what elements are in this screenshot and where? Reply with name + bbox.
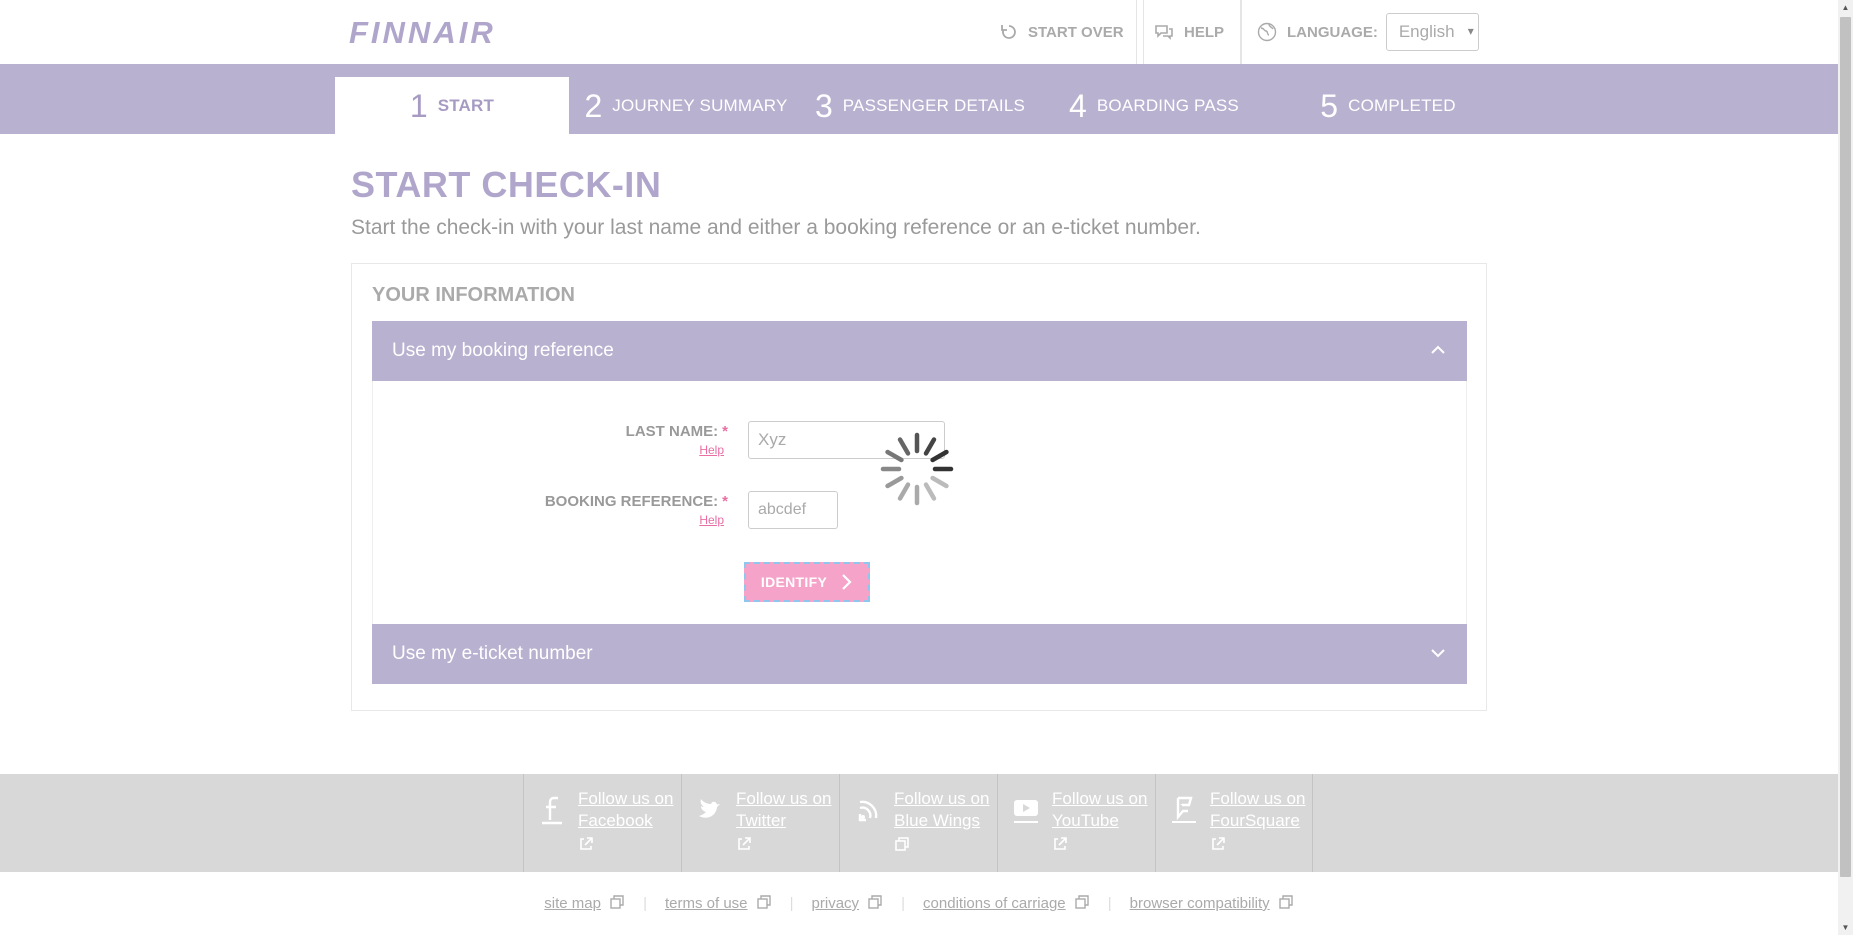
footer-links: site map terms of use privacy conditions…	[0, 872, 1838, 935]
chevron-right-icon	[841, 573, 853, 591]
step-start: 1 START	[335, 77, 569, 134]
help-label: HELP	[1184, 23, 1225, 41]
start-over-label: START OVER	[1028, 23, 1124, 41]
twitter-icon	[694, 788, 726, 872]
help-link[interactable]: HELP	[1137, 0, 1243, 64]
svg-text:FINNAIR: FINNAIR	[349, 18, 496, 46]
top-header: FINNAIR START OVER HELP LANGUAGE: Englis…	[0, 0, 1838, 64]
social-line2: FourSquare	[1210, 811, 1300, 830]
external-window-icon	[609, 894, 625, 914]
start-over-link[interactable]: START OVER	[981, 0, 1144, 64]
language-selector: LANGUAGE: English	[1241, 0, 1479, 64]
chat-icon	[1154, 24, 1174, 40]
step-boarding-pass: 4 BOARDING PASS	[1037, 77, 1271, 134]
scroll-up-arrow-icon[interactable]: ▲	[1838, 0, 1853, 15]
external-link-icon	[1052, 836, 1147, 858]
social-line2: YouTube	[1052, 811, 1119, 830]
conditions-of-carriage-link[interactable]: conditions of carriage	[907, 894, 1111, 914]
external-link-icon	[578, 836, 673, 858]
social-footer: Follow us on Facebook Follow us on Twitter…	[0, 774, 1838, 872]
step-passenger-details: 3 PASSENGER DETAILS	[803, 77, 1037, 134]
link-label: conditions of carriage	[923, 895, 1066, 912]
step-completed: 5 COMPLETED	[1271, 77, 1505, 134]
chevron-up-icon	[1431, 345, 1445, 354]
step-journey-summary: 2 JOURNEY SUMMARY	[569, 77, 803, 134]
site-map-link[interactable]: site map	[528, 894, 647, 914]
required-mark: *	[722, 493, 728, 510]
last-name-label-text: LAST NAME:	[625, 423, 719, 440]
social-line1: Follow us on	[1210, 789, 1306, 808]
language-label: LANGUAGE:	[1287, 23, 1378, 41]
refresh-icon	[1000, 23, 1018, 41]
browser-compatibility-link[interactable]: browser compatibility	[1114, 894, 1310, 914]
last-name-help-link[interactable]: Help	[699, 443, 724, 457]
booking-reference-input[interactable]: abcdef	[748, 491, 838, 529]
booking-reference-accordion[interactable]: Use my booking reference	[372, 321, 1467, 381]
bluewings-icon	[852, 788, 884, 872]
vertical-scrollbar[interactable]: ▲ ▼	[1838, 0, 1853, 935]
booking-reference-help-link[interactable]: Help	[699, 513, 724, 527]
follow-facebook-link[interactable]: Follow us on Facebook	[523, 774, 681, 872]
follow-twitter-link[interactable]: Follow us on Twitter	[681, 774, 839, 872]
external-window-icon	[867, 894, 883, 914]
privacy-link[interactable]: privacy	[796, 894, 905, 914]
step-label: BOARDING PASS	[1096, 95, 1239, 115]
follow-foursquare-link[interactable]: Follow us on FourSquare	[1155, 774, 1313, 872]
external-window-icon	[1278, 894, 1294, 914]
facebook-icon	[536, 788, 568, 872]
required-mark: *	[722, 423, 728, 440]
link-label: browser compatibility	[1129, 895, 1270, 912]
foursquare-icon	[1168, 788, 1200, 872]
progress-steps-bar: 1 START 2 JOURNEY SUMMARY 3 PASSENGER DE…	[0, 64, 1838, 134]
social-line2: Twitter	[736, 811, 787, 830]
eticket-number-accordion[interactable]: Use my e-ticket number	[372, 624, 1467, 684]
loading-spinner-icon	[880, 432, 954, 506]
external-link-icon	[1210, 836, 1305, 858]
link-label: terms of use	[665, 895, 748, 912]
step-label: JOURNEY SUMMARY	[612, 95, 788, 115]
youtube-icon	[1010, 788, 1042, 872]
step-number: 2	[584, 87, 603, 124]
scrollbar-thumb[interactable]	[1840, 17, 1851, 877]
follow-youtube-link[interactable]: Follow us on YouTube	[997, 774, 1155, 872]
step-number: 3	[814, 87, 833, 124]
step-label: COMPLETED	[1348, 95, 1456, 115]
globe-icon	[1257, 22, 1277, 42]
social-line1: Follow us on	[736, 789, 832, 808]
panel-title: YOUR INFORMATION	[372, 284, 575, 306]
social-line1: Follow us on	[1052, 789, 1148, 808]
step-label: START	[437, 95, 495, 115]
page-title: START CHECK-IN	[351, 164, 662, 205]
booking-reference-label-text: BOOKING REFERENCE:	[544, 493, 719, 510]
page-subtitle: Start the check-in with your last name a…	[351, 216, 1201, 239]
social-line2: Blue Wings	[894, 811, 980, 830]
link-label: privacy	[811, 895, 860, 912]
social-line1: Follow us on	[578, 789, 674, 808]
accordion-label: Use my booking reference	[392, 340, 614, 361]
link-label: site map	[544, 895, 601, 912]
external-window-icon	[894, 836, 989, 858]
chevron-down-icon	[1431, 649, 1445, 658]
booking-reference-label: BOOKING REFERENCE: *	[545, 493, 728, 510]
step-number: 1	[409, 87, 428, 124]
scroll-down-arrow-icon[interactable]: ▼	[1838, 920, 1853, 935]
step-number: 4	[1069, 87, 1087, 124]
social-line2: Facebook	[578, 811, 653, 830]
step-number: 5	[1320, 87, 1339, 124]
identify-button[interactable]: IDENTIFY	[744, 562, 870, 602]
accordion-label: Use my e-ticket number	[392, 643, 593, 664]
identify-label: IDENTIFY	[760, 574, 828, 590]
step-label: PASSENGER DETAILS	[842, 95, 1026, 115]
terms-of-use-link[interactable]: terms of use	[649, 894, 793, 914]
last-name-label: LAST NAME: *	[626, 423, 728, 440]
social-line1: Follow us on	[894, 789, 990, 808]
language-select[interactable]: English	[1385, 13, 1479, 51]
finnair-logo[interactable]: FINNAIR	[349, 18, 554, 46]
external-link-icon	[736, 836, 831, 858]
follow-bluewings-link[interactable]: Follow us on Blue Wings	[839, 774, 997, 872]
external-window-icon	[756, 894, 772, 914]
external-window-icon	[1074, 894, 1090, 914]
